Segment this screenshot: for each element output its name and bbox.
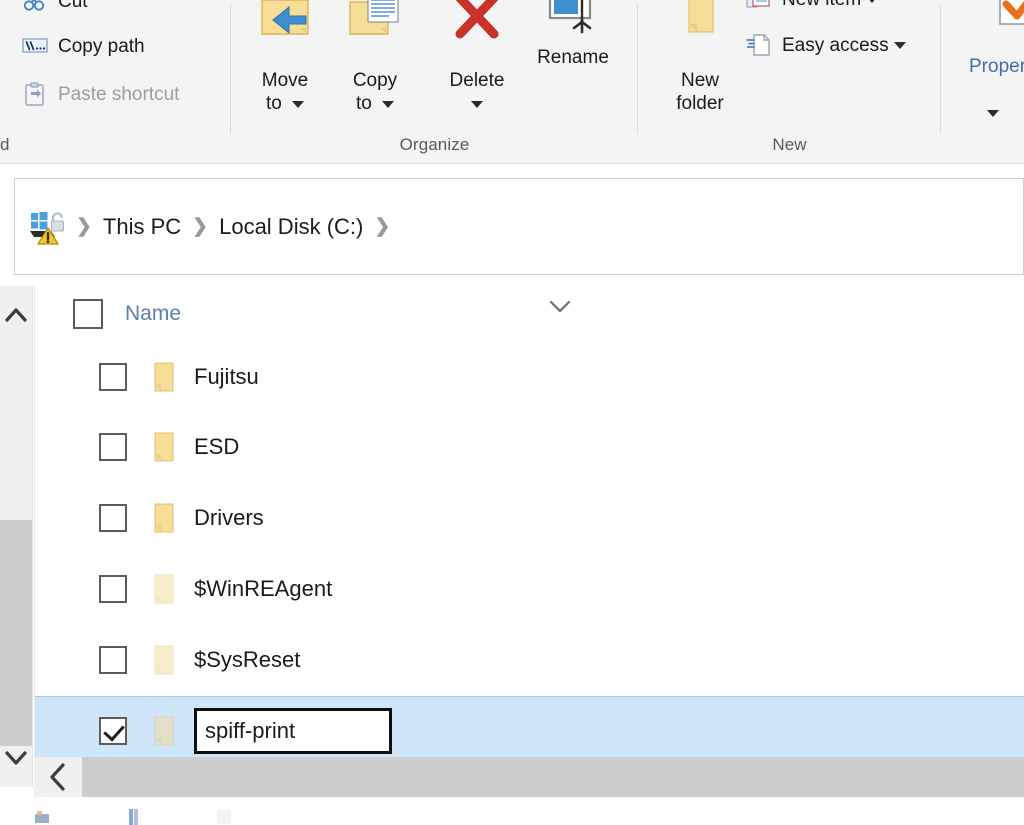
ribbon-new-item-button[interactable]: New item: [746, 0, 879, 14]
table-row[interactable]: Drivers: [35, 483, 1024, 553]
vertical-scrollbar-thumb[interactable]: [0, 520, 32, 746]
ribbon-group-new-label: New: [772, 135, 807, 154]
ribbon-group-organize: Move to Moveto: [231, 0, 638, 163]
row-checkbox[interactable]: [99, 363, 127, 391]
ribbon-group-clipboard-label: d: [0, 135, 10, 154]
status-icon-a: [34, 808, 52, 825]
chevron-down-icon[interactable]: [545, 294, 575, 318]
file-name: ESD: [194, 434, 240, 459]
ribbon-new-folder-button[interactable]: New folder: [652, 0, 748, 134]
ribbon-new-folder-text: New folder: [676, 70, 724, 115]
file-list-pane: Name Fujitsu ESD Drivers $WinREAgent $Sy…: [0, 286, 1024, 825]
row-checkbox[interactable]: [99, 504, 127, 532]
chevron-down-icon[interactable]: [382, 100, 395, 108]
table-row[interactable]: $WinREAgent: [35, 554, 1024, 624]
select-all-checkbox[interactable]: [73, 299, 103, 329]
chevron-left-icon[interactable]: [40, 757, 76, 797]
status-bar: [0, 799, 1024, 825]
column-header-name[interactable]: Name: [125, 302, 181, 326]
ribbon-rename-label: Rename: [537, 47, 609, 68]
vertical-scrollbar[interactable]: [0, 286, 33, 787]
ribbon-group-new: Newfolder New item: [638, 0, 941, 163]
ribbon-copy-path-label: Copy path: [58, 35, 145, 57]
this-pc-warning-icon: [29, 209, 69, 245]
ribbon-cut-button[interactable]: Cut: [22, 0, 88, 16]
ribbon-paste-shortcut-label: Paste shortcut: [58, 83, 180, 105]
rename-input[interactable]: [205, 718, 389, 744]
ribbon-copy-to-button[interactable]: Copy to: [327, 0, 423, 134]
file-name: $WinREAgent: [194, 576, 333, 601]
file-name: Drivers: [194, 505, 264, 530]
folder-icon: [149, 503, 175, 533]
table-row[interactable]: Fujitsu: [35, 342, 1024, 412]
address-bar[interactable]: ❯ This PC ❯ Local Disk (C:) ❯: [14, 178, 1024, 275]
easy-access-icon: [746, 33, 772, 57]
breadcrumb-local-disk-c[interactable]: Local Disk (C:): [215, 212, 367, 242]
properties-checkmark-icon: [990, 0, 1024, 32]
chevron-down-icon[interactable]: [292, 100, 305, 108]
ribbon-group-organize-label: Organize: [399, 135, 470, 154]
breadcrumb-this-pc[interactable]: This PC: [99, 212, 185, 242]
chevron-down-icon[interactable]: [987, 110, 999, 117]
address-bar-area: ❯ This PC ❯ Local Disk (C:) ❯: [0, 164, 1024, 286]
chevron-down-icon[interactable]: [0, 739, 32, 777]
ribbon-new-item-label: New item: [782, 0, 861, 9]
breadcrumb-separator-2[interactable]: ❯: [374, 215, 390, 238]
file-explorer-window: Cut Copy path Paste shortcut d Move to C…: [0, 0, 1024, 825]
rename-icon: [544, 0, 602, 46]
ribbon-properties-button[interactable]: Proper: [969, 0, 1024, 120]
folder-icon-hidden: [149, 574, 175, 604]
rename-edit-box[interactable]: [194, 708, 392, 754]
new-folder-icon: [671, 0, 729, 46]
delete-x-icon: [448, 0, 506, 46]
row-checkbox[interactable]: [99, 646, 127, 674]
row-checkbox[interactable]: [99, 717, 127, 745]
new-item-icon: [746, 0, 772, 11]
folder-icon: [149, 432, 175, 462]
status-icon-b: [125, 808, 143, 825]
ribbon-group-open: Proper: [941, 0, 1024, 163]
ribbon-easy-access-label: Easy access: [782, 34, 889, 56]
ribbon-move-to-button[interactable]: Move to Moveto: [237, 0, 333, 134]
row-checkbox[interactable]: [99, 575, 127, 603]
horizontal-scrollbar[interactable]: [34, 757, 1024, 797]
row-checkbox[interactable]: [99, 433, 127, 461]
copy-to-folder-icon: [346, 0, 404, 46]
folder-icon-hidden: [149, 716, 175, 746]
ribbon-cut-label: Cut: [58, 0, 88, 12]
table-row[interactable]: ESD: [35, 412, 1024, 482]
chevron-down-icon[interactable]: [893, 41, 906, 49]
file-name: $SysReset: [194, 647, 301, 672]
move-to-folder-icon: [256, 0, 314, 46]
chevron-up-icon[interactable]: [0, 296, 32, 334]
column-header-row: Name: [35, 286, 1024, 342]
scissors-icon: [22, 0, 48, 13]
ribbon-move-to-text: Move to: [261, 70, 309, 115]
ribbon-copy-path-button[interactable]: Copy path: [22, 31, 145, 61]
ribbon-easy-access-button[interactable]: Easy access: [746, 30, 906, 60]
ribbon-copy-to-text: Copy to: [352, 70, 398, 115]
ribbon-rename-button[interactable]: Rename: [525, 0, 621, 134]
ribbon-delete-text: Delete: [429, 46, 525, 116]
ribbon: Cut Copy path Paste shortcut d Move to C…: [0, 0, 1024, 164]
horizontal-scrollbar-thumb[interactable]: [82, 757, 1024, 797]
chevron-down-icon[interactable]: [866, 0, 879, 3]
chevron-down-icon[interactable]: [471, 100, 483, 108]
ribbon-group-clipboard: Cut Copy path Paste shortcut d: [0, 0, 231, 163]
table-row-selected[interactable]: [35, 696, 1024, 766]
ribbon-properties-label: Proper: [969, 56, 1024, 78]
ribbon-properties-text: Proper: [969, 32, 1024, 125]
status-icon-c: [215, 808, 233, 825]
breadcrumb-separator-1[interactable]: ❯: [192, 215, 208, 238]
file-list: Name Fujitsu ESD Drivers $WinREAgent $Sy…: [34, 286, 1024, 825]
folder-icon-hidden: [149, 645, 175, 675]
copy-path-icon: [22, 34, 48, 58]
table-row[interactable]: $SysReset: [35, 625, 1024, 695]
file-name: Fujitsu: [194, 364, 259, 389]
ribbon-delete-button[interactable]: Delete: [429, 0, 525, 134]
paste-shortcut-icon: [22, 82, 48, 106]
folder-icon: [149, 362, 175, 392]
breadcrumb-separator-0[interactable]: ❯: [76, 215, 92, 238]
ribbon-paste-shortcut-button[interactable]: Paste shortcut: [22, 79, 179, 109]
